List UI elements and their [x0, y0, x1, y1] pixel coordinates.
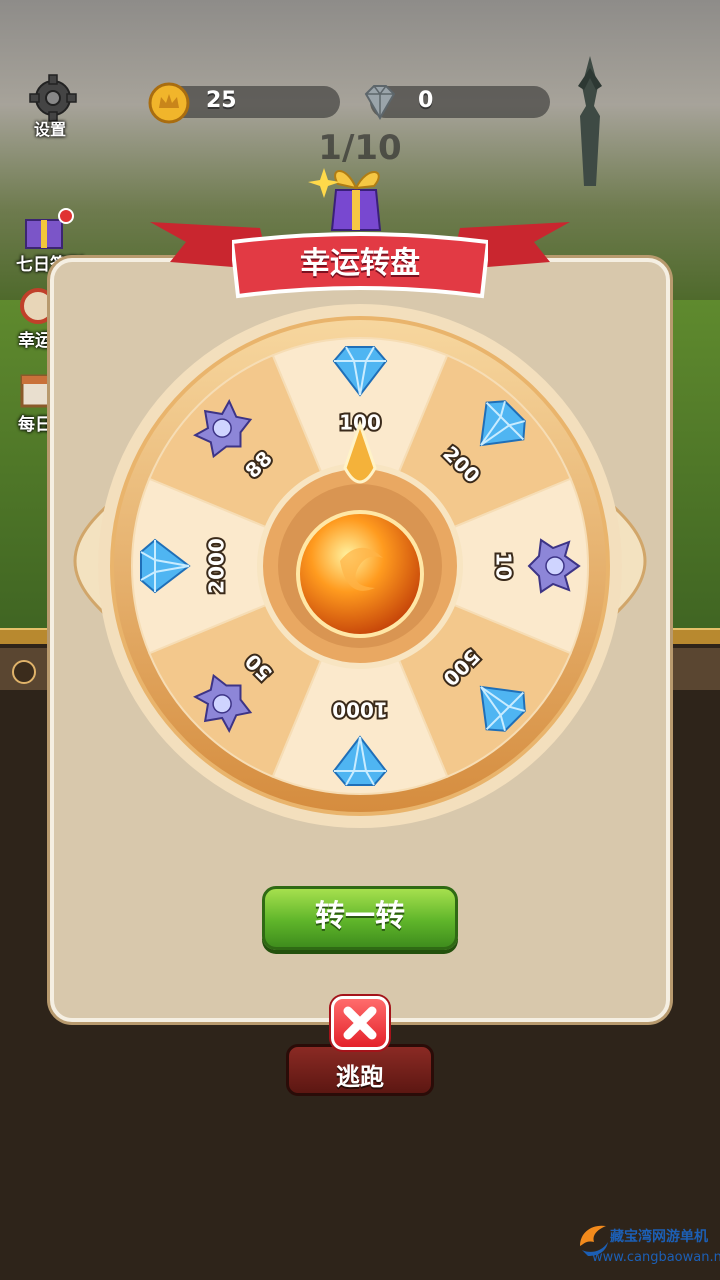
gem-count: 0: [418, 88, 434, 113]
segment-value: 2000: [205, 538, 229, 594]
strip-icon: [12, 660, 36, 684]
watermark-url: www.cangbaowan.net: [592, 1250, 720, 1265]
watermark-name: 藏宝湾网游单机: [610, 1229, 708, 1245]
segment-value: 10: [492, 552, 516, 580]
gear-icon: [29, 74, 77, 122]
tower-icon: [578, 56, 602, 186]
settings-button[interactable]: 设置: [24, 74, 82, 139]
side-menu-daily-label: 每日: [18, 415, 52, 435]
spin-orb[interactable]: [296, 510, 424, 638]
wheel-title: 幸运转盘: [300, 246, 420, 281]
coin-icon: [148, 82, 190, 124]
coin-count: 25: [206, 88, 237, 113]
segment-value: 1000: [332, 698, 388, 722]
flee-button[interactable]: 逃跑: [286, 1044, 434, 1096]
gift-box-icon: [308, 168, 382, 231]
prize-wheel: 10020010500100050200088: [73, 304, 647, 828]
side-menu-lucky-label: 幸运: [18, 331, 52, 351]
close-button[interactable]: [331, 996, 389, 1050]
gift-icon: [25, 208, 74, 249]
spin-button[interactable]: 转一转: [262, 886, 458, 950]
close-icon: [343, 1006, 377, 1040]
settings-label: 设置: [34, 120, 67, 139]
gem-icon: [364, 85, 396, 120]
